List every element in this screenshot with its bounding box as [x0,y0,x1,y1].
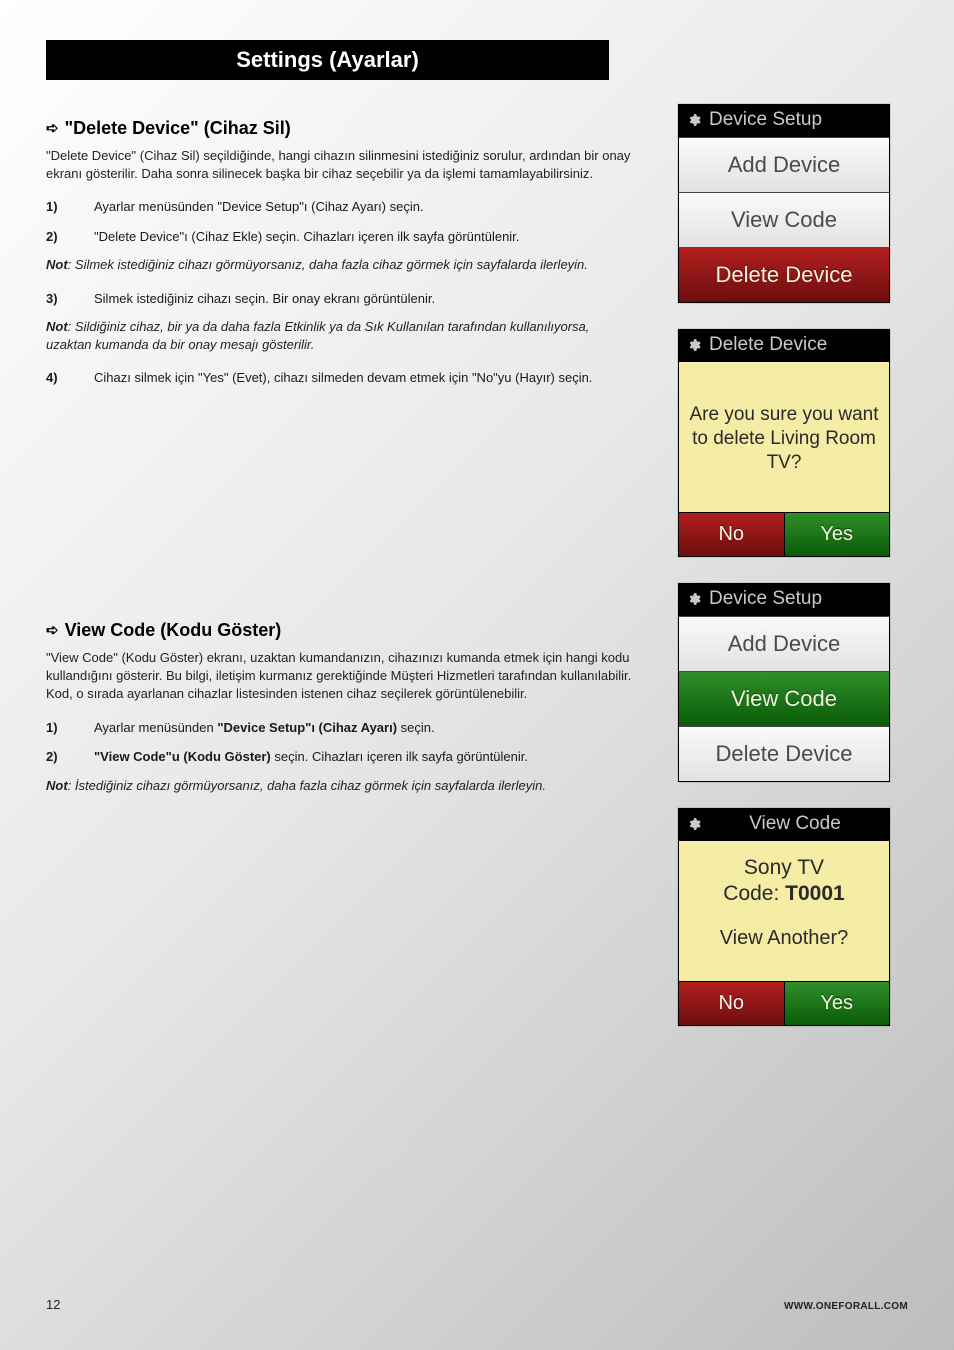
title-bar: Settings (Ayarlar) [46,40,609,80]
section-delete-device: ➪ "Delete Device" (Cihaz Sil) "Delete De… [46,118,636,398]
step-text: Ayarlar menüsünden "Device Setup"ı (Ciha… [94,718,636,738]
step-text: "Delete Device"ı (Cihaz Ekle) seçin. Cih… [94,227,636,247]
section2-heading-text: View Code (Kodu Göster) [65,620,282,641]
screen-header-title: Device Setup [709,588,822,610]
gear-icon [687,592,701,606]
section1-steps-c: 4) Cihazı silmek için "Yes" (Evet), ciha… [46,368,636,388]
page-number: 12 [46,1297,60,1312]
section2-steps: 1) Ayarlar menüsünden "Device Setup"ı (C… [46,718,636,767]
note-text: : Silmek istediğiniz cihazı görmüyorsanı… [68,257,588,272]
arrow-icon: ➪ [46,623,59,638]
no-button[interactable]: No [679,981,784,1025]
step-4: 4) Cihazı silmek için "Yes" (Evet), ciha… [46,368,636,388]
step-text: Silmek istediğiniz cihazı seçin. Bir ona… [94,289,636,309]
step-text: Cihazı silmek için "Yes" (Evet), cihazı … [94,368,636,388]
step1-pre: Ayarlar menüsünden [94,720,217,735]
menu-item-add-device[interactable]: Add Device [679,137,889,192]
arrow-icon: ➪ [46,121,59,136]
section1-heading: ➪ "Delete Device" (Cihaz Sil) [46,118,636,139]
viewcode-body: Sony TV Code: T0001 View Another? [679,841,889,981]
note-text: : İstediğiniz cihazı görmüyorsanız, daha… [68,778,546,793]
screen-header: Device Setup [679,105,889,137]
page-title: Settings (Ayarlar) [236,47,419,73]
note-label: Not [46,778,68,793]
step-num: 3) [46,289,94,309]
screen-header-title: Device Setup [709,109,822,131]
screen-header: View Code [679,809,889,841]
confirm-prompt: Are you sure you want to delete Living R… [689,403,879,474]
step-1: 1) Ayarlar menüsünden "Device Setup"ı (C… [46,718,636,738]
screen-device-setup-2: Device Setup Add Device View Code Delete… [678,583,890,782]
step-num: 2) [46,747,94,767]
section1-note1: Not: Silmek istediğiniz cihazı görmüyors… [46,256,636,274]
screen-header: Device Setup [679,584,889,616]
section1-steps-b: 3) Silmek istediğiniz cihazı seçin. Bir … [46,289,636,309]
section2-heading: ➪ View Code (Kodu Göster) [46,620,636,641]
screen-header: Delete Device [679,330,889,362]
menu-item-delete-device[interactable]: Delete Device [679,247,889,302]
step-num: 1) [46,197,94,217]
yes-button[interactable]: Yes [784,981,890,1025]
step1-bold: "Device Setup"ı (Cihaz Ayarı) [217,720,397,735]
yes-button[interactable]: Yes [784,512,890,556]
screen-header-title: View Code [709,813,881,835]
screen-delete-confirm: Delete Device Are you sure you want to d… [678,329,890,557]
confirm-body: Are you sure you want to delete Living R… [679,362,889,512]
gear-icon [687,113,701,127]
device-name: Sony TV [723,855,844,881]
section2-intro: "View Code" (Kodu Göster) ekranı, uzakta… [46,649,636,704]
step2-bold: "View Code"u (Kodu Göster) [94,749,271,764]
step-num: 4) [46,368,94,388]
screens-column: Device Setup Add Device View Code Delete… [678,104,890,1052]
viewcode-buttons: No Yes [679,981,889,1025]
code-value: T0001 [785,882,845,905]
gear-icon [687,338,701,352]
step-num: 2) [46,227,94,247]
menu-item-add-device[interactable]: Add Device [679,616,889,671]
step-num: 1) [46,718,94,738]
step-2: 2) "Delete Device"ı (Cihaz Ekle) seçin. … [46,227,636,247]
section-view-code: ➪ View Code (Kodu Göster) "View Code" (K… [46,620,636,809]
section1-note2: Not: Sildiğiniz cihaz, bir ya da daha fa… [46,318,636,354]
menu-item-delete-device[interactable]: Delete Device [679,726,889,781]
step-text: Ayarlar menüsünden "Device Setup"ı (Ciha… [94,197,636,217]
step1-post: seçin. [397,720,435,735]
step-2: 2) "View Code"u (Kodu Göster) seçin. Cih… [46,747,636,767]
section1-intro: "Delete Device" (Cihaz Sil) seçildiğinde… [46,147,636,183]
screen-header-title: Delete Device [709,334,827,356]
code-block: Sony TV Code: T0001 [723,855,844,908]
gear-icon [687,817,701,831]
note-text: : Sildiğiniz cihaz, bir ya da daha fazla… [46,319,589,352]
code-label: Code: [723,882,785,905]
footer-url: WWW.ONEFORALL.COM [784,1301,908,1312]
confirm-buttons: No Yes [679,512,889,556]
step-text: "View Code"u (Kodu Göster) seçin. Cihazl… [94,747,636,767]
note-label: Not [46,319,68,334]
step2-post: seçin. Cihazları içeren ilk sayfa görünt… [271,749,528,764]
section1-steps: 1) Ayarlar menüsünden "Device Setup"ı (C… [46,197,636,246]
step-1: 1) Ayarlar menüsünden "Device Setup"ı (C… [46,197,636,217]
menu-item-view-code[interactable]: View Code [679,671,889,726]
screen-view-code: View Code Sony TV Code: T0001 View Anoth… [678,808,890,1026]
device-code: Code: T0001 [723,881,844,907]
section1-heading-text: "Delete Device" (Cihaz Sil) [65,118,291,139]
screen-device-setup-1: Device Setup Add Device View Code Delete… [678,104,890,303]
step-3: 3) Silmek istediğiniz cihazı seçin. Bir … [46,289,636,309]
menu-item-view-code[interactable]: View Code [679,192,889,247]
no-button[interactable]: No [679,512,784,556]
note-label: Not [46,257,68,272]
section2-note: Not: İstediğiniz cihazı görmüyorsanız, d… [46,777,636,795]
view-another-prompt: View Another? [720,926,849,951]
